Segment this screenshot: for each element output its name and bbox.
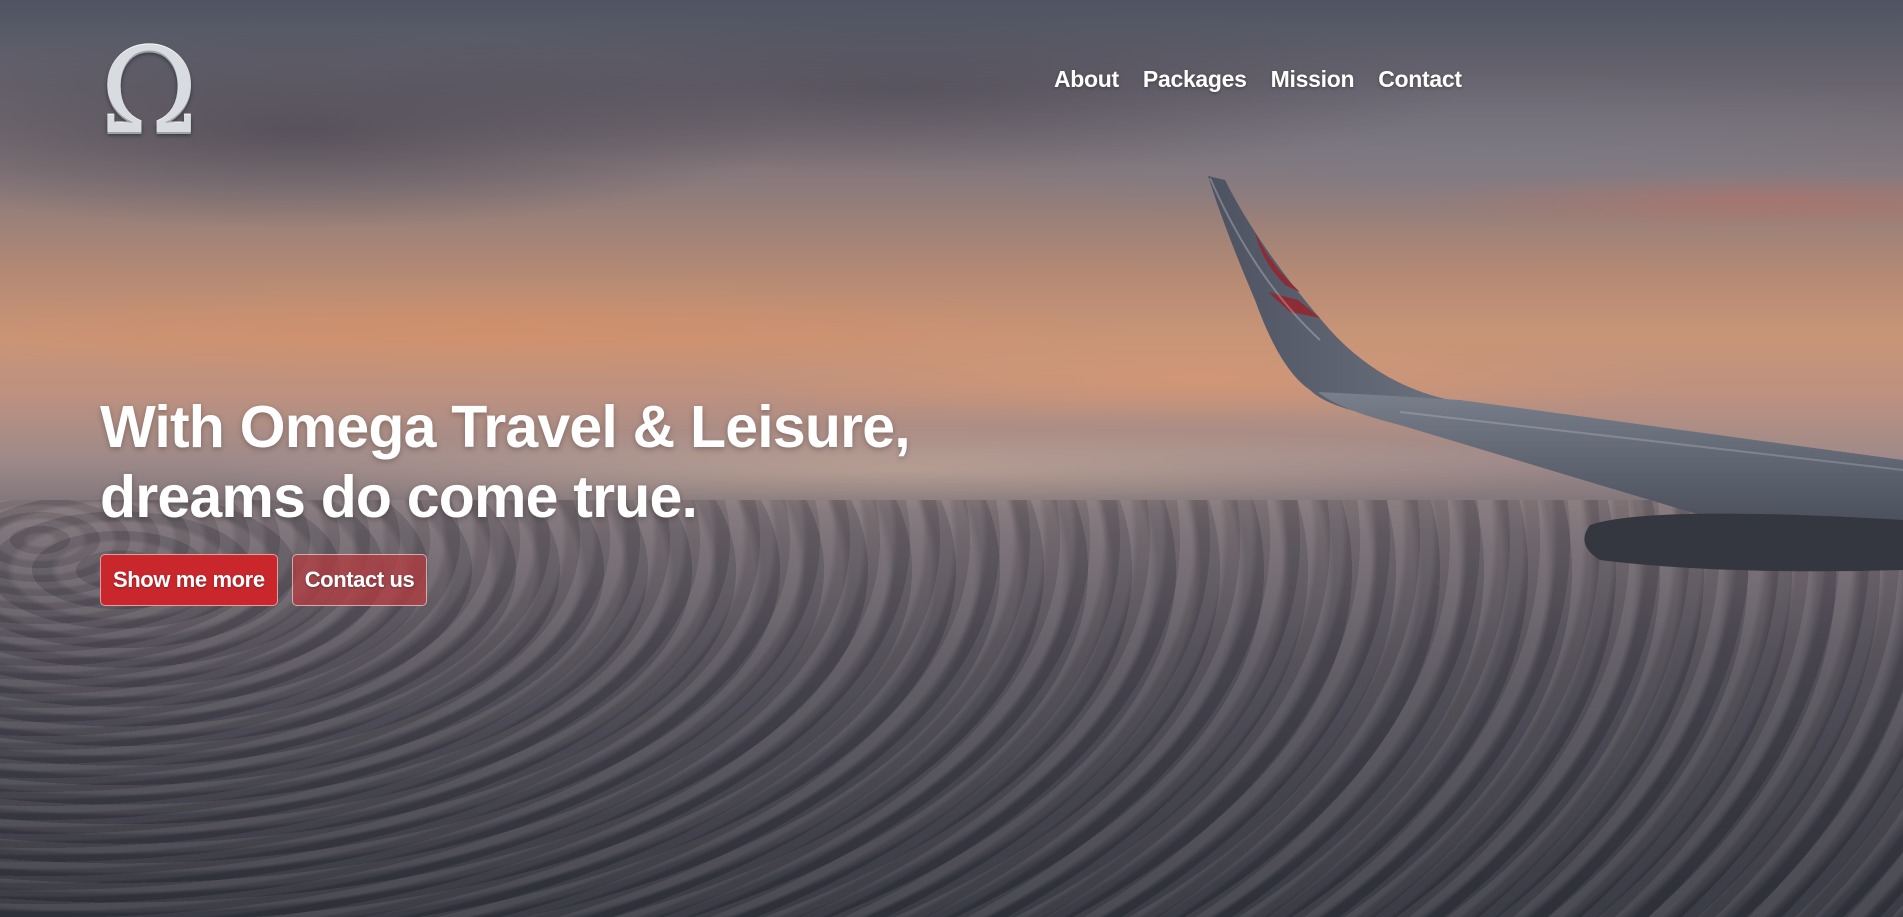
nav-link-packages[interactable]: Packages [1143, 66, 1247, 93]
nav-link-about[interactable]: About [1054, 66, 1119, 93]
nav-link-mission[interactable]: Mission [1271, 66, 1355, 93]
hero-cta-group: Show me more Contact us [100, 554, 428, 606]
main-nav: About Packages Mission Contact [1054, 66, 1462, 93]
hero-headline: With Omega Travel & Leisure, dreams do c… [100, 392, 911, 532]
omega-logo-icon: Ω [100, 22, 198, 160]
hero-headline-line2: dreams do come true. [100, 464, 698, 530]
contact-us-button[interactable]: Contact us [291, 554, 428, 606]
omega-logo[interactable]: Ω [96, 32, 202, 150]
show-me-more-button[interactable]: Show me more [100, 554, 278, 606]
nav-link-contact[interactable]: Contact [1378, 66, 1462, 93]
hero-headline-line1: With Omega Travel & Leisure, [100, 394, 911, 460]
hero-section: Ω About Packages Mission Contact With Om… [0, 0, 1903, 917]
